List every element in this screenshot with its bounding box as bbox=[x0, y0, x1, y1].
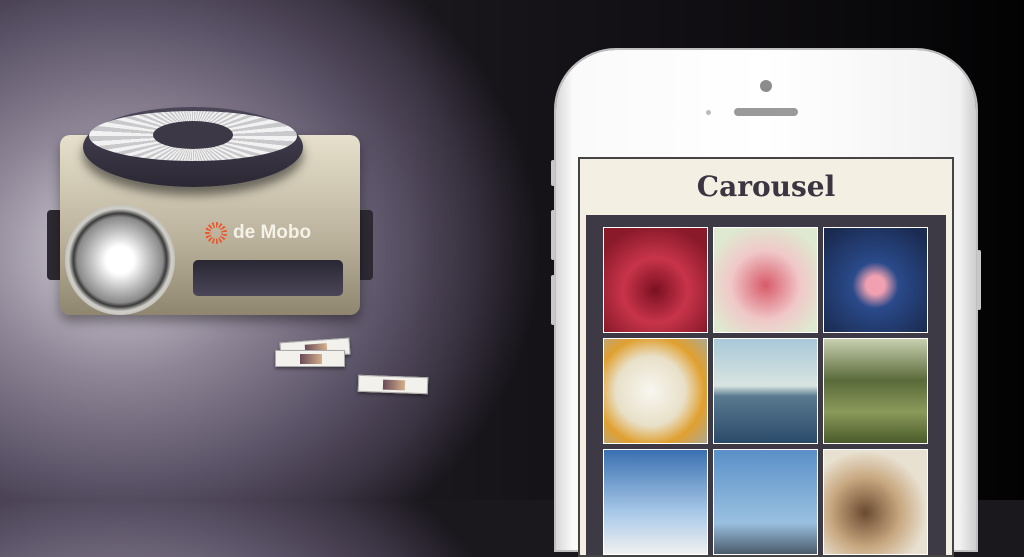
photo-grid bbox=[603, 227, 928, 555]
photo-thumbnail-strawberry-ice-cream[interactable] bbox=[713, 227, 818, 333]
app-title: Carousel bbox=[696, 170, 836, 203]
sensor bbox=[706, 110, 711, 115]
photo-thumbnail-sky-clouds[interactable] bbox=[603, 449, 708, 555]
photo-thumbnail-city-skyline[interactable] bbox=[713, 449, 818, 555]
power-button bbox=[977, 250, 981, 310]
photo-slide bbox=[357, 374, 429, 395]
camera-icon bbox=[760, 80, 772, 92]
slide-slot bbox=[193, 260, 343, 296]
brand-logo: de Mobo bbox=[205, 222, 311, 244]
slide-projector-illustration: de Mobo bbox=[45, 105, 375, 320]
mute-switch bbox=[551, 160, 555, 186]
photo-slide bbox=[275, 350, 345, 367]
sun-logo-icon bbox=[205, 222, 227, 244]
photo-thumbnail-forest-path[interactable] bbox=[823, 338, 928, 444]
carousel-tray bbox=[83, 107, 303, 187]
brand-name: de Mobo bbox=[233, 222, 312, 243]
projector-lens bbox=[65, 205, 175, 315]
app-screen: Carousel bbox=[578, 157, 954, 557]
speaker-grille bbox=[734, 108, 798, 116]
photo-thumbnail-golden-gate-bridge[interactable] bbox=[713, 338, 818, 444]
photo-thumbnail-cherry-blossom-branch[interactable] bbox=[823, 227, 928, 333]
photo-thumbnail-coffee-cup[interactable] bbox=[823, 449, 928, 555]
volume-up-button bbox=[551, 210, 555, 260]
phone-mockup: Carousel bbox=[551, 50, 981, 557]
volume-down-button bbox=[551, 275, 555, 325]
photo-thumbnail-red-flower-petals[interactable] bbox=[603, 227, 708, 333]
photo-grid-container bbox=[586, 215, 946, 555]
photo-thumbnail-mango-dessert[interactable] bbox=[603, 338, 708, 444]
